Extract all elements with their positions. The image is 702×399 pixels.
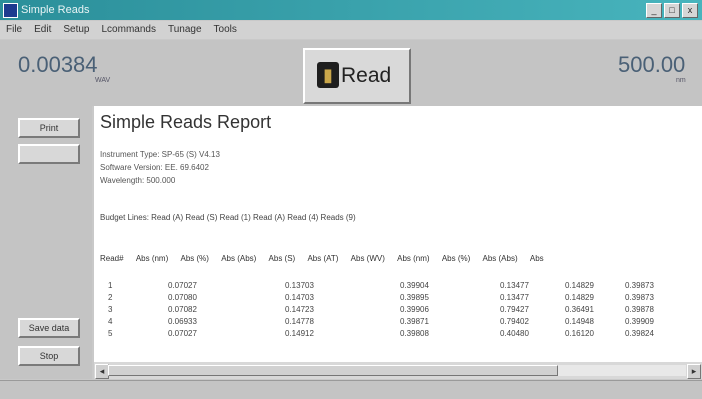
table-cell: 0.13477 [500,293,529,302]
budget-line: Budget Lines: Read (A) Read (S) Read (1)… [100,213,356,222]
menu-edit[interactable]: Edit [34,21,51,39]
column-header: Abs (Abs) [221,254,257,263]
table-cell: 0.14703 [285,293,314,302]
column-header: Abs (nm) [397,254,430,263]
table-cell: 1 [108,281,113,290]
readout-panel: 0.00384 WAV ▮ Read 500.00 nm [0,40,702,106]
menu-tools[interactable]: Tools [214,21,237,39]
table-cell: 5 [108,329,113,338]
print-button[interactable]: Print [18,118,80,138]
table-cell: 0.14829 [565,293,594,302]
column-header: Abs (S) [268,254,296,263]
table-cell: 0.39824 [625,329,654,338]
table-cell: 0.14912 [285,329,314,338]
menu-file[interactable]: File [6,21,22,39]
table-cell: 0.16120 [565,329,594,338]
table-cell: 0.79402 [500,317,529,326]
close-button[interactable]: x [682,3,698,18]
column-header: Abs (AT) [307,254,339,263]
table-cell: 0.36491 [565,305,594,314]
absorbance-readout: 0.00384 [18,52,98,77]
read-button[interactable]: ▮ Read [303,48,411,104]
meta-line: Wavelength: 500.000 [100,176,176,185]
scroll-track[interactable] [108,365,686,376]
meta-line: Software Version: EE. 69.6402 [100,163,209,172]
table-cell: 0.40480 [500,329,529,338]
title-bar: Simple Reads _ □ x [0,0,702,20]
save-data-button[interactable]: Save data [18,318,80,338]
table-cell: 0.06933 [168,317,197,326]
menu-tunage[interactable]: Tunage [168,21,202,39]
column-header: Read# [100,254,124,263]
window-controls: _ □ x [646,3,698,18]
table-header: Read# Abs (nm) Abs (%) Abs (Abs) Abs (S)… [100,254,554,263]
table-cell: 0.39878 [625,305,654,314]
table-cell: 0.39808 [400,329,429,338]
status-bar [0,380,702,399]
meta-line: Instrument Type: SP-65 (S) V4.13 [100,150,220,159]
read-icon: ▮ [317,62,339,88]
table-cell: 3 [108,305,113,314]
window-title: Simple Reads [21,4,90,16]
table-cell: 0.39904 [400,281,429,290]
wavelength-readout: 500.00 [618,52,686,77]
absorbance-unit: WAV [95,77,111,84]
table-cell: 4 [108,317,113,326]
table-cell: 0.14778 [285,317,314,326]
column-header: Abs (nm) [135,254,169,263]
table-cell: 0.07027 [168,281,197,290]
table-cell: 0.79427 [500,305,529,314]
menu-setup[interactable]: Setup [63,21,89,39]
wavelength-unit: nm [676,77,686,84]
table-cell: 0.14723 [285,305,314,314]
table-cell: 0.39873 [625,293,654,302]
table-cell: 0.14948 [565,317,594,326]
table-cell: 0.39873 [625,281,654,290]
app-icon [3,3,18,18]
table-cell: 2 [108,293,113,302]
read-button-label: Read [341,64,392,87]
table-cell: 0.39871 [400,317,429,326]
column-header: Abs (WV) [350,254,385,263]
minimize-button[interactable]: _ [646,3,662,18]
menu-lcommands[interactable]: Lcommands [102,21,156,39]
report-title: Simple Reads Report [100,112,272,132]
stop-button[interactable]: Stop [18,346,80,366]
column-header: Abs (Abs) [482,254,518,263]
table-cell: 0.39895 [400,293,429,302]
column-header: Abs (%) [441,254,471,263]
column-header: Abs (%) [180,254,209,263]
horizontal-scrollbar[interactable]: ◂ ▸ [94,362,702,379]
report-panel: Simple Reads Report Instrument Type: SP-… [94,106,702,362]
maximize-button[interactable]: □ [664,3,680,18]
scroll-right-button[interactable]: ▸ [687,364,701,379]
sidebar: Print Save data Stop [0,106,92,379]
table-cell: 0.39906 [400,305,429,314]
table-cell: 0.39909 [625,317,654,326]
table-cell: 0.07080 [168,293,197,302]
menu-bar: File Edit Setup Lcommands Tunage Tools [0,21,702,39]
table-cell: 0.13477 [500,281,529,290]
table-cell: 0.07027 [168,329,197,338]
sidebar-blank-button[interactable] [18,144,80,164]
scroll-thumb[interactable] [108,365,558,376]
column-header: Abs [529,254,544,263]
scroll-left-button[interactable]: ◂ [95,364,109,379]
table-cell: 0.13703 [285,281,314,290]
table-cell: 0.07082 [168,305,197,314]
table-cell: 0.14829 [565,281,594,290]
